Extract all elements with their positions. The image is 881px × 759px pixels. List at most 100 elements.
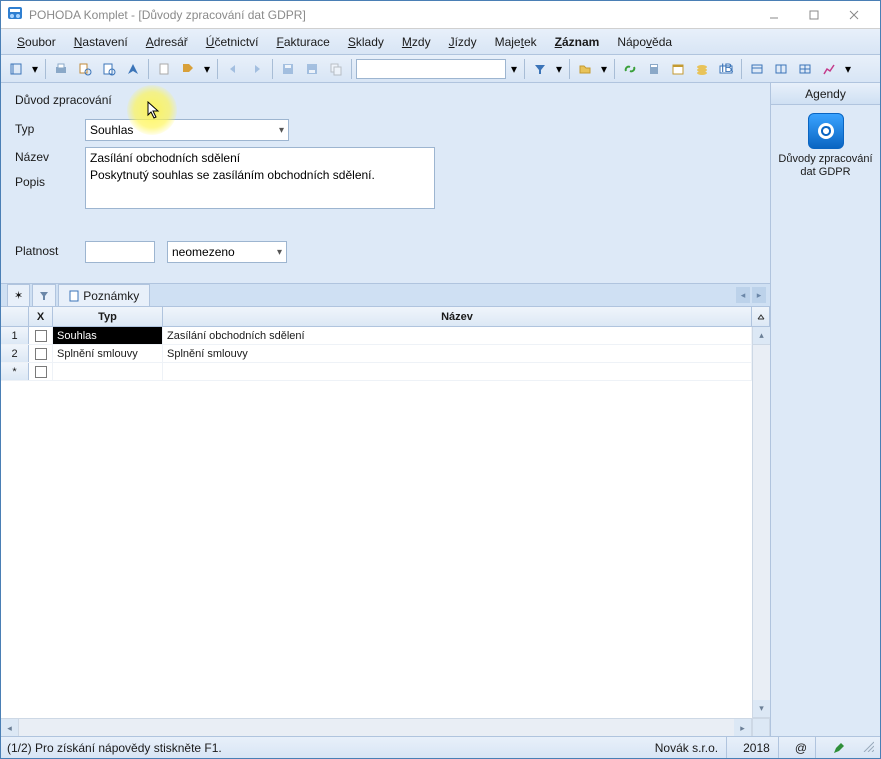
status-resize-grip[interactable] <box>862 740 874 755</box>
window-title: POHODA Komplet - [Důvody zpracování dat … <box>29 8 754 22</box>
tag-icon[interactable] <box>177 58 199 80</box>
grid-header-x[interactable]: X <box>29 307 53 326</box>
form-panel: Důvod zpracování Typ Souhlas ▾ Název Zas… <box>1 83 770 283</box>
forward-icon[interactable] <box>246 58 268 80</box>
folder-icon[interactable] <box>574 58 596 80</box>
chart-dd[interactable]: ▾ <box>842 59 854 79</box>
tab-nav-left[interactable]: ◂ <box>736 287 750 303</box>
grid-header-nazev[interactable]: Název <box>163 307 752 326</box>
tab-filter-icon[interactable] <box>32 284 56 306</box>
save-icon[interactable] <box>277 58 299 80</box>
form-section-title: Důvod zpracování <box>15 93 112 107</box>
side-item-gdpr[interactable]: Důvody zpracování dat GDPR <box>771 105 880 187</box>
table-row[interactable]: 2Splnění smlouvySplnění smlouvy <box>1 345 752 363</box>
select-platnost-mode[interactable]: neomezeno ▾ <box>167 241 287 263</box>
menu-sklady[interactable]: Sklady <box>340 33 392 51</box>
calc-icon[interactable] <box>643 58 665 80</box>
horizontal-scrollbar[interactable]: ◂ ▸ <box>1 718 770 736</box>
status-left: (1/2) Pro získání nápovědy stiskněte F1. <box>7 741 222 755</box>
toolbar-search-dd[interactable]: ▾ <box>508 59 520 79</box>
cell-typ[interactable]: Souhlas <box>53 327 163 344</box>
cell-nazev[interactable] <box>163 363 752 380</box>
row-checkbox[interactable] <box>29 363 53 380</box>
side-panel: Agendy Důvody zpracování dat GDPR <box>770 83 880 736</box>
toolbar-btn-1[interactable] <box>5 58 27 80</box>
link-icon[interactable] <box>619 58 641 80</box>
minimize-button[interactable] <box>754 3 794 27</box>
scroll-down-icon[interactable]: ▾ <box>753 700 770 718</box>
tab-star[interactable]: ✶ <box>7 284 30 306</box>
toolbar-search-input[interactable] <box>356 59 506 79</box>
tab-nav-right[interactable]: ▸ <box>752 287 766 303</box>
filter-dd[interactable]: ▾ <box>553 59 565 79</box>
table-row[interactable]: 1 SouhlasZasílání obchodních sdělení <box>1 327 752 345</box>
svg-text:IBAN: IBAN <box>721 62 733 75</box>
grid-header-scroll[interactable] <box>752 307 770 326</box>
cell-nazev[interactable]: Splnění smlouvy <box>163 345 752 362</box>
scroll-left-icon[interactable]: ◂ <box>1 719 19 737</box>
menu-jizdy[interactable]: Jízdy <box>441 33 485 51</box>
save2-icon[interactable] <box>301 58 323 80</box>
side-header[interactable]: Agendy <box>771 83 880 105</box>
grid-header-typ[interactable]: Typ <box>53 307 163 326</box>
tab-poznamky[interactable]: Poznámky <box>58 284 150 306</box>
menu-soubor[interactable]: Sdocument.currentScript.previousElementS… <box>9 33 64 51</box>
cell-nazev[interactable]: Zasílání obchodních sdělení <box>163 327 752 344</box>
chart-icon[interactable] <box>818 58 840 80</box>
cell-typ[interactable]: Splnění smlouvy <box>53 345 163 362</box>
label-typ: Typ <box>15 119 85 136</box>
select-typ[interactable]: Souhlas ▾ <box>85 119 289 141</box>
filter-icon[interactable] <box>529 58 551 80</box>
row-number: 1 <box>1 327 29 344</box>
menu-mzdy[interactable]: Mzdy <box>394 33 439 51</box>
menu-adresar[interactable]: Adresář <box>138 33 196 51</box>
titlebar: POHODA Komplet - [Důvody zpracování dat … <box>1 1 880 29</box>
input-platnost[interactable] <box>85 241 155 263</box>
close-button[interactable] <box>834 3 874 27</box>
toolbar-dd-2[interactable]: ▾ <box>201 59 213 79</box>
print-preview-icon[interactable] <box>74 58 96 80</box>
toolbar-dd-1[interactable]: ▾ <box>29 59 41 79</box>
row-checkbox[interactable] <box>29 345 53 362</box>
label-nazev: Název <box>15 147 85 164</box>
cell-typ[interactable] <box>53 363 163 380</box>
menubar: Sdocument.currentScript.previousElementS… <box>1 29 880 55</box>
scroll-up-icon[interactable]: ▴ <box>753 327 770 345</box>
table-row-new[interactable]: * <box>1 363 752 381</box>
print-icon[interactable] <box>50 58 72 80</box>
vertical-scrollbar[interactable]: ▴ ▾ <box>752 327 770 718</box>
status-edit-icon[interactable] <box>824 737 854 758</box>
new-icon[interactable] <box>153 58 175 80</box>
page-preview-icon[interactable] <box>98 58 120 80</box>
maximize-button[interactable] <box>794 3 834 27</box>
layout1-icon[interactable] <box>746 58 768 80</box>
grid-header-rownum[interactable] <box>1 307 29 326</box>
menu-zaznam[interactable]: Záznam <box>547 33 608 51</box>
scroll-right-icon[interactable]: ▸ <box>734 719 752 737</box>
iban-icon[interactable]: IBAN <box>715 58 737 80</box>
copy-icon[interactable] <box>325 58 347 80</box>
menu-nastaveni[interactable]: Nastavení <box>66 33 136 51</box>
calendar-icon[interactable] <box>667 58 689 80</box>
send-icon[interactable] <box>122 58 144 80</box>
row-checkbox[interactable] <box>29 327 53 344</box>
menu-napoveda[interactable]: Nápověda <box>609 33 680 51</box>
grid: X Typ Název 1 SouhlasZasílání obchodních … <box>1 307 770 736</box>
tab-strip: ✶ Poznámky ◂ ▸ <box>1 283 770 307</box>
stack-icon[interactable] <box>691 58 713 80</box>
document-icon <box>69 290 79 302</box>
app-icon <box>7 5 29 24</box>
status-at: @ <box>787 737 816 758</box>
value-nazev[interactable]: Zasílání obchodních sdělení <box>90 151 430 165</box>
menu-fakturace[interactable]: Fakturace <box>268 33 337 51</box>
menu-ucetnictvi[interactable]: Účetnictví <box>198 33 267 51</box>
status-year: 2018 <box>735 737 779 758</box>
value-popis[interactable]: Poskytnutý souhlas se zasíláním obchodní… <box>90 168 430 182</box>
layout3-icon[interactable] <box>794 58 816 80</box>
menu-majetek[interactable]: Majetek <box>487 33 545 51</box>
folder-dd[interactable]: ▾ <box>598 59 610 79</box>
tab-poznamky-label: Poznámky <box>83 289 139 303</box>
layout2-icon[interactable] <box>770 58 792 80</box>
back-icon[interactable] <box>222 58 244 80</box>
textarea-nazev-popis: Zasílání obchodních sdělení Poskytnutý s… <box>85 147 435 209</box>
